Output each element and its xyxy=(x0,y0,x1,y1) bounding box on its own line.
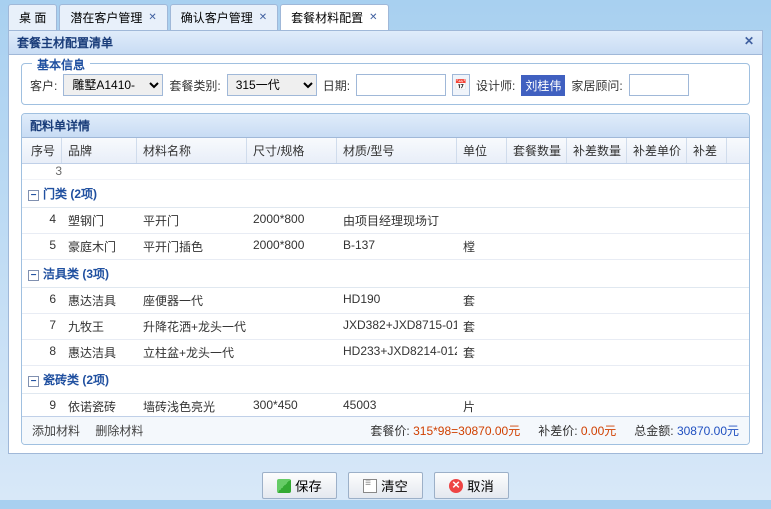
cancel-icon xyxy=(449,479,463,493)
fieldset-legend: 基本信息 xyxy=(32,56,90,73)
grid-body[interactable]: 3 −门类 (2项)4塑钢门平开门2000*800由项目经理现场订5豪庭木门平开… xyxy=(22,164,749,416)
close-icon[interactable]: ✕ xyxy=(369,12,377,23)
collapse-icon[interactable]: − xyxy=(28,270,39,281)
tab-potential-customer[interactable]: 潜在客户管理✕ xyxy=(59,4,167,30)
close-icon[interactable]: ✕ xyxy=(148,12,156,23)
date-input[interactable] xyxy=(356,74,446,96)
table-row[interactable]: 6惠达洁具座便器一代HD190套 xyxy=(22,288,749,314)
group-header[interactable]: −门类 (2项) xyxy=(22,180,749,208)
col-spec: 尺寸/规格 xyxy=(247,138,337,163)
group-header[interactable]: −瓷砖类 (2项) xyxy=(22,366,749,394)
clear-icon xyxy=(363,479,377,493)
panel-header: 套餐主材配置清单 ✕ xyxy=(9,31,762,55)
pkg-price: 套餐价: 315*98=30870.00元 xyxy=(370,422,520,439)
save-icon xyxy=(277,479,291,493)
table-row[interactable]: 5豪庭木门平开门插色2000*800B-137樘 xyxy=(22,234,749,260)
date-picker-icon[interactable]: 📅 xyxy=(452,74,470,96)
col-model: 材质/型号 xyxy=(337,138,457,163)
main-panel: 套餐主材配置清单 ✕ 基本信息 客户: 雕墅A1410- 套餐类别: 315一代… xyxy=(8,30,763,454)
col-pkg-qty: 套餐数量 xyxy=(507,138,567,163)
collapse-icon[interactable]: − xyxy=(28,376,39,387)
advisor-label: 家居顾问: xyxy=(571,77,622,94)
cancel-button[interactable]: 取消 xyxy=(434,472,509,499)
diff-price: 补差价: 0.00元 xyxy=(538,422,616,439)
customer-select[interactable]: 雕墅A1410- xyxy=(63,74,163,96)
table-row[interactable]: 3 xyxy=(22,164,749,180)
table-row[interactable]: 9依诺瓷砖墙砖浅色亮光300*45045003片 xyxy=(22,394,749,416)
category-select[interactable]: 315一代 xyxy=(227,74,317,96)
date-label: 日期: xyxy=(323,77,350,94)
designer-value: 刘桂伟 xyxy=(521,75,565,96)
tab-package-material[interactable]: 套餐材料配置✕ xyxy=(280,4,388,30)
designer-label: 设计师: xyxy=(476,77,515,94)
close-icon[interactable]: ✕ xyxy=(744,34,754,51)
delete-material-link[interactable]: 删除材料 xyxy=(95,424,143,438)
basic-info-fieldset: 基本信息 客户: 雕墅A1410- 套餐类别: 315一代 日期: 📅 设计师:… xyxy=(21,63,750,105)
group-header[interactable]: −洁具类 (3项) xyxy=(22,260,749,288)
clear-button[interactable]: 清空 xyxy=(348,472,423,499)
grid-header-row: 序号 品牌 材料名称 尺寸/规格 材质/型号 单位 套餐数量 补差数量 补差单价… xyxy=(22,138,749,164)
table-row[interactable]: 8惠达洁具立柱盆+龙头一代HD233+JXD8214-012套 xyxy=(22,340,749,366)
tab-bar: 桌 面 潜在客户管理✕ 确认客户管理✕ 套餐材料配置✕ xyxy=(0,0,771,30)
col-unit: 单位 xyxy=(457,138,507,163)
table-row[interactable]: 4塑钢门平开门2000*800由项目经理现场订 xyxy=(22,208,749,234)
grid-title: 配料单详情 xyxy=(22,114,749,138)
add-material-link[interactable]: 添加材料 xyxy=(32,424,80,438)
panel-title: 套餐主材配置清单 xyxy=(17,34,113,51)
table-row[interactable]: 7九牧王升降花洒+龙头一代JXD382+JXD8715-011套 xyxy=(22,314,749,340)
save-button[interactable]: 保存 xyxy=(262,472,337,499)
col-diff-qty: 补差数量 xyxy=(567,138,627,163)
col-seq: 序号 xyxy=(22,138,62,163)
col-name: 材料名称 xyxy=(137,138,247,163)
material-grid: 配料单详情 序号 品牌 材料名称 尺寸/规格 材质/型号 单位 套餐数量 补差数… xyxy=(21,113,750,445)
category-label: 套餐类别: xyxy=(169,77,220,94)
col-diff-price: 补差单价 xyxy=(627,138,687,163)
collapse-icon[interactable]: − xyxy=(28,190,39,201)
action-bar: 保存 清空 取消 xyxy=(0,462,771,509)
grid-footer: 添加材料 删除材料 套餐价: 315*98=30870.00元 补差价: 0.0… xyxy=(22,416,749,444)
col-diff: 补差 xyxy=(687,138,727,163)
advisor-input[interactable] xyxy=(629,74,689,96)
close-icon[interactable]: ✕ xyxy=(259,12,267,23)
customer-label: 客户: xyxy=(30,77,57,94)
tab-confirm-customer[interactable]: 确认客户管理✕ xyxy=(170,4,278,30)
col-brand: 品牌 xyxy=(62,138,137,163)
total-price: 总金额: 30870.00元 xyxy=(634,422,739,439)
tab-desktop[interactable]: 桌 面 xyxy=(8,4,57,30)
